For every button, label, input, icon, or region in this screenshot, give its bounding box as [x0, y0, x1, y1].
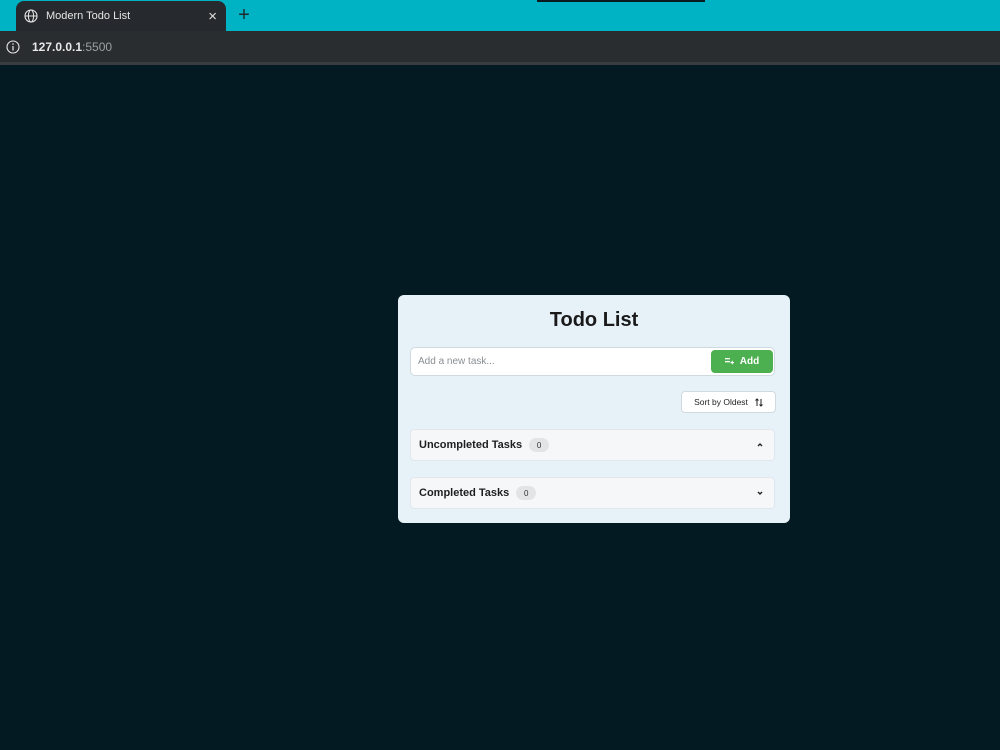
task-input-row: Add — [410, 347, 775, 376]
info-icon[interactable] — [6, 39, 20, 54]
add-task-button[interactable]: Add — [711, 350, 773, 373]
url-text[interactable]: 127.0.0.1:5500 — [32, 40, 112, 54]
close-tab-icon[interactable]: × — [208, 9, 217, 24]
browser-tab-bar: Modern Todo List × + — [0, 0, 1000, 31]
new-tab-button[interactable]: + — [233, 4, 255, 26]
tab-title: Modern Todo List — [46, 10, 131, 22]
sort-button-label: Sort by Oldest — [694, 397, 748, 407]
task-count-badge: 0 — [516, 486, 537, 500]
url-port: :5500 — [82, 39, 113, 54]
section-label: Uncompleted Tasks — [419, 439, 523, 451]
todo-card: Todo List Add Sort by Oldest Uncomp — [398, 295, 790, 523]
add-button-label: Add — [739, 356, 760, 367]
section-label: Completed Tasks — [419, 487, 510, 499]
browser-tab[interactable]: Modern Todo List × — [16, 1, 226, 31]
sort-button[interactable]: Sort by Oldest — [681, 391, 776, 413]
tab-bar-accent — [537, 0, 705, 2]
uncompleted-tasks-header[interactable]: Uncompleted Tasks 0 — [410, 429, 775, 461]
completed-tasks-header[interactable]: Completed Tasks 0 — [410, 477, 775, 509]
chevron-down-icon[interactable] — [755, 488, 765, 498]
add-list-icon — [724, 357, 734, 366]
task-count-badge: 0 — [529, 438, 550, 452]
address-bar[interactable]: 127.0.0.1:5500 — [0, 31, 1000, 65]
globe-icon — [24, 9, 38, 23]
task-input[interactable] — [418, 353, 698, 370]
page-title: Todo List — [549, 309, 639, 331]
chevron-up-icon[interactable] — [755, 440, 765, 450]
sort-arrows-icon — [755, 397, 763, 407]
url-host: 127.0.0.1 — [32, 39, 83, 54]
